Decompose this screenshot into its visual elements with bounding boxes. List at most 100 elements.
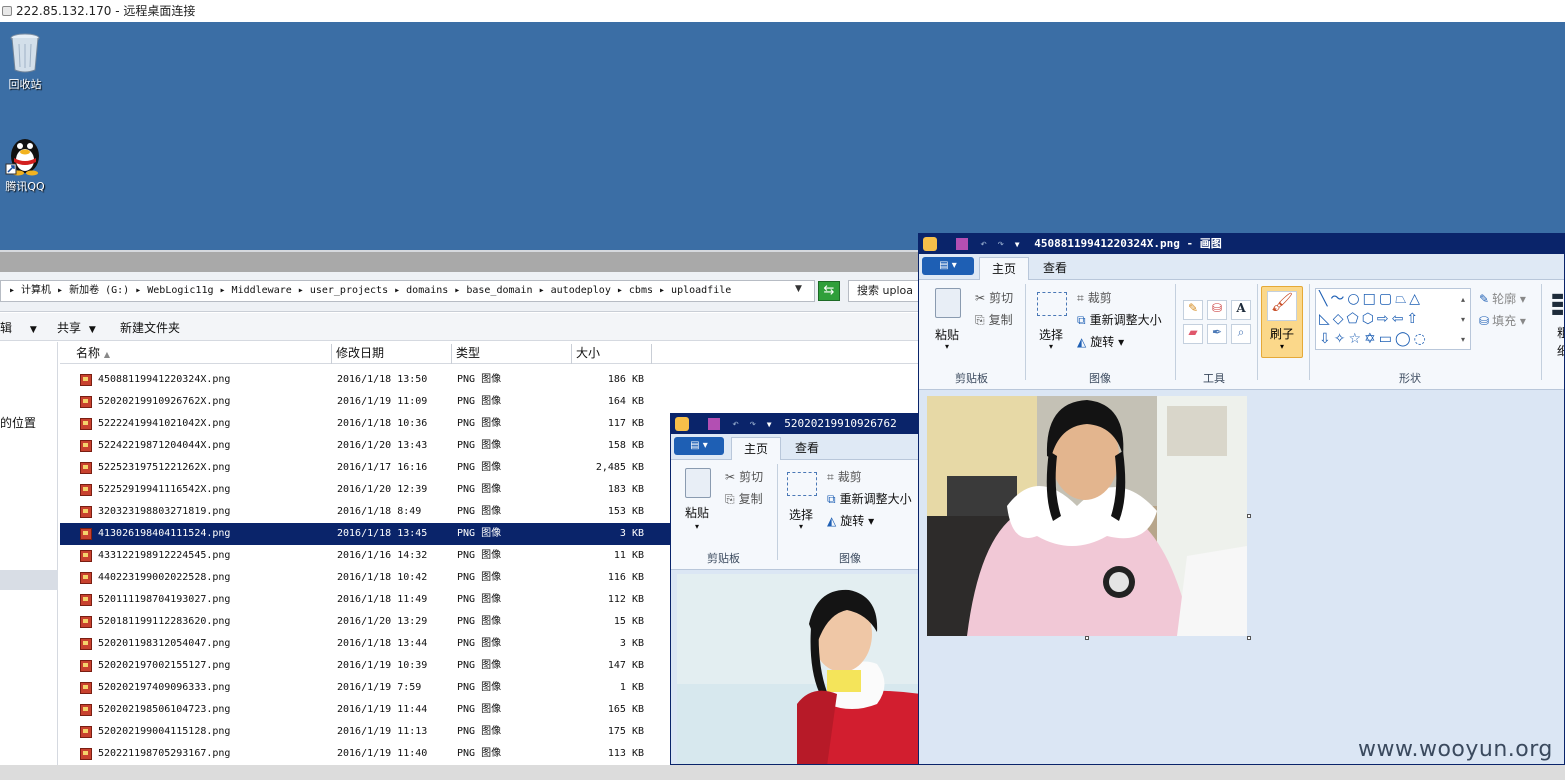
resize-handle[interactable]	[1247, 636, 1251, 640]
chevron-down-icon[interactable]: ▾	[945, 342, 949, 351]
desktop-icon-qq[interactable]: 腾讯QQ	[0, 132, 50, 194]
crop-icon: ⌗	[827, 470, 834, 484]
size-button-label-2[interactable]: 细	[1557, 342, 1564, 359]
pencil-icon[interactable]: ✎	[1183, 300, 1203, 320]
file-date: 2016/1/17 16:16	[337, 462, 428, 473]
color-picker-icon[interactable]: ✒	[1207, 324, 1227, 344]
tab-view[interactable]: 查看	[783, 437, 831, 460]
size-button-label[interactable]: 粗	[1557, 324, 1564, 341]
search-input[interactable]: 搜索 uploa	[848, 280, 920, 302]
png-file-icon	[80, 506, 92, 518]
png-file-icon	[80, 440, 92, 452]
file-date: 2016/1/19 7:59	[337, 682, 422, 693]
column-header-name[interactable]: 名称 ▲	[72, 344, 332, 364]
refresh-button[interactable]: ⇆	[818, 281, 840, 301]
resize-button[interactable]: ⧉ 重新调整大小	[827, 490, 912, 507]
file-name: 45088119941220324X.png	[98, 374, 231, 385]
tab-home[interactable]: 主页	[979, 257, 1030, 280]
save-icon[interactable]	[707, 418, 720, 430]
select-icon	[787, 472, 817, 496]
address-bar[interactable]: ▸ 计算机 ▸ 新加卷 (G:) ▸ WebLogic11g ▸ Middlew…	[0, 280, 815, 302]
undo-icon[interactable]: ↶	[732, 417, 739, 430]
file-menu-button[interactable]: ▤ ▾	[674, 437, 724, 455]
brush-button[interactable]: 🖌 刷子 ▾	[1261, 286, 1303, 358]
file-menu-button[interactable]: ▤ ▾	[922, 257, 974, 275]
rotate-button[interactable]: ◭ 旋转 ▾	[1077, 333, 1124, 350]
desktop-icon-label: 腾讯QQ	[5, 180, 45, 193]
chevron-down-icon[interactable]: ▾	[695, 522, 699, 531]
fill-button[interactable]: ⛁ 填充 ▾	[1479, 312, 1526, 329]
chevron-down-icon: ▼	[29, 325, 37, 335]
resize-handle[interactable]	[1085, 636, 1089, 640]
copy-icon: ⎘	[975, 313, 985, 327]
tab-view[interactable]: 查看	[1031, 257, 1079, 280]
column-header-size[interactable]: 大小	[572, 344, 652, 364]
explorer-title-strip[interactable]	[0, 252, 920, 272]
quick-access-dropdown[interactable]: ▼	[767, 420, 772, 429]
cut-button-label: 剪切	[739, 470, 764, 484]
text-tool-icon[interactable]: A	[1231, 300, 1251, 320]
png-file-icon	[80, 374, 92, 386]
copy-button[interactable]: ⎘ 复制	[975, 311, 1013, 328]
paste-button[interactable]: 粘贴	[685, 504, 709, 521]
share-menu[interactable]: 共享 ▼	[57, 319, 96, 336]
shapes-scroll[interactable]: ▴ ▾ ▾	[1461, 290, 1465, 350]
new-folder-button[interactable]: 新建文件夹	[120, 319, 180, 336]
resize-handle[interactable]	[1247, 514, 1251, 518]
column-header-date[interactable]: 修改日期	[332, 344, 452, 364]
redo-icon[interactable]: ↷	[998, 237, 1005, 250]
rotate-button[interactable]: ◭ 旋转 ▾	[827, 512, 874, 529]
file-name: 520181199112283620.png	[98, 616, 231, 627]
chevron-down-icon[interactable]: ▼	[795, 284, 809, 298]
cut-button[interactable]: ✂ 剪切	[725, 468, 763, 485]
copy-button[interactable]: ⎘ 复制	[725, 490, 763, 507]
paint-front-title: 45088119941220324X.png - 画图	[1034, 237, 1222, 250]
paint-back-ribbon: 粘贴 ▾ ✂ 剪切 ⎘ 复制 选择 ▾ ⌗ 裁剪 ⧉ 重新调整大小 ◭ 旋转 ▾ 剪贴板 …	[671, 460, 919, 570]
desktop-icon-recycle-bin[interactable]: 回收站	[0, 30, 50, 92]
edit-menu[interactable]: 辑 ▼	[0, 319, 37, 336]
rotate-icon: ◭	[1077, 335, 1087, 349]
crop-button[interactable]: ⌗ 裁剪	[827, 468, 862, 485]
save-icon[interactable]	[955, 238, 968, 250]
magnifier-icon[interactable]: ⌕	[1231, 324, 1251, 344]
nav-item-location[interactable]: 的位置	[0, 414, 36, 431]
crop-button[interactable]: ⌗ 裁剪	[1077, 289, 1112, 306]
rdp-title-bar[interactable]: 222.85.132.170 - 远程桌面连接	[0, 0, 1565, 22]
watermark: www.wooyun.org	[1358, 737, 1553, 762]
png-file-icon	[80, 748, 92, 760]
fill-bucket-icon[interactable]: ⛁	[1207, 300, 1227, 320]
eraser-icon[interactable]: ▰	[1183, 324, 1203, 344]
photo-canvas-back[interactable]	[677, 574, 919, 764]
paint-back-title-bar[interactable]: ↶ ↷ ▼ 52020219910926762	[671, 414, 919, 434]
file-size: 2,485 KB	[595, 462, 644, 473]
outline-button[interactable]: ✎ 轮廓 ▾	[1479, 290, 1526, 307]
file-type: PNG 图像	[457, 374, 502, 385]
file-size: 11 KB	[613, 550, 644, 561]
column-header-type[interactable]: 类型	[452, 344, 572, 364]
file-date: 2016/1/18 13:45	[337, 528, 428, 539]
paint-front-title-bar[interactable]: ↶ ↷ ▼ 45088119941220324X.png - 画图	[919, 234, 1564, 254]
line-width-icon[interactable]: ▬ ▬ ▬	[1551, 289, 1564, 319]
cut-button[interactable]: ✂ 剪切	[975, 289, 1013, 306]
bottom-scrollbar[interactable]	[0, 765, 1565, 780]
navigation-pane: 的位置	[0, 342, 58, 767]
paste-button[interactable]: 粘贴	[935, 326, 959, 343]
redo-icon[interactable]: ↷	[750, 417, 757, 430]
tab-home[interactable]: 主页	[731, 437, 782, 460]
select-button[interactable]: 选择	[789, 506, 813, 523]
photo-canvas-front[interactable]	[927, 396, 1247, 636]
chevron-down-icon[interactable]: ▾	[799, 522, 803, 531]
chevron-down-icon[interactable]: ▾	[1049, 342, 1053, 351]
nav-item-selected[interactable]	[0, 570, 58, 590]
file-type: PNG 图像	[457, 726, 502, 737]
shapes-row-1: ╲〜○□▢⏢△	[1319, 291, 1424, 307]
shapes-gallery[interactable]: ╲〜○□▢⏢△ ◺◇⬠⬡⇨⇦⇧ ⇩✧☆✡▭◯◌	[1315, 288, 1471, 350]
resize-button[interactable]: ⧉ 重新调整大小	[1077, 311, 1162, 328]
file-type: PNG 图像	[457, 440, 502, 451]
file-row[interactable]: 52020219910926762X.png 2016/1/19 11:09 PNG…	[60, 391, 920, 413]
shapes-row-2: ◺◇⬠⬡⇨⇦⇧	[1319, 311, 1422, 327]
file-row[interactable]: 45088119941220324X.png 2016/1/18 13:50 PNG…	[60, 369, 920, 391]
quick-access-dropdown[interactable]: ▼	[1015, 240, 1020, 249]
select-button[interactable]: 选择	[1039, 326, 1063, 343]
undo-icon[interactable]: ↶	[980, 237, 987, 250]
